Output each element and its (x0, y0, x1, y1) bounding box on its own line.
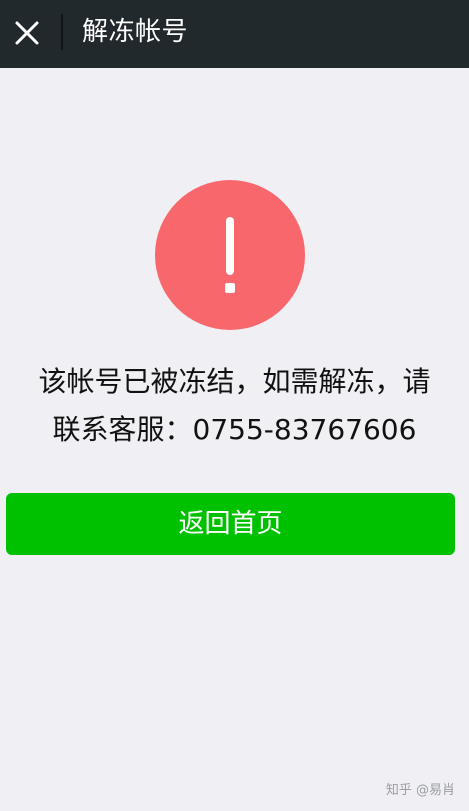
message-line-1: 该帐号已被冻结，如需解冻，请 (38, 365, 431, 398)
top-bar: 解冻帐号 (0, 0, 469, 68)
page-title: 解冻帐号 (82, 17, 189, 47)
frozen-account-message: 该帐号已被冻结，如需解冻，请 联系客服：0755-83767606 (0, 358, 469, 454)
alert-badge (155, 180, 305, 330)
back-to-home-button[interactable]: 返回首页 (6, 493, 455, 555)
watermark: 知乎 @易肖 (385, 783, 455, 798)
close-icon[interactable] (14, 20, 40, 46)
message-line-2: 联系客服：0755-83767606 (52, 413, 417, 446)
exclamation-icon (225, 217, 235, 293)
header-divider (61, 14, 63, 50)
close-button[interactable] (10, 16, 44, 50)
